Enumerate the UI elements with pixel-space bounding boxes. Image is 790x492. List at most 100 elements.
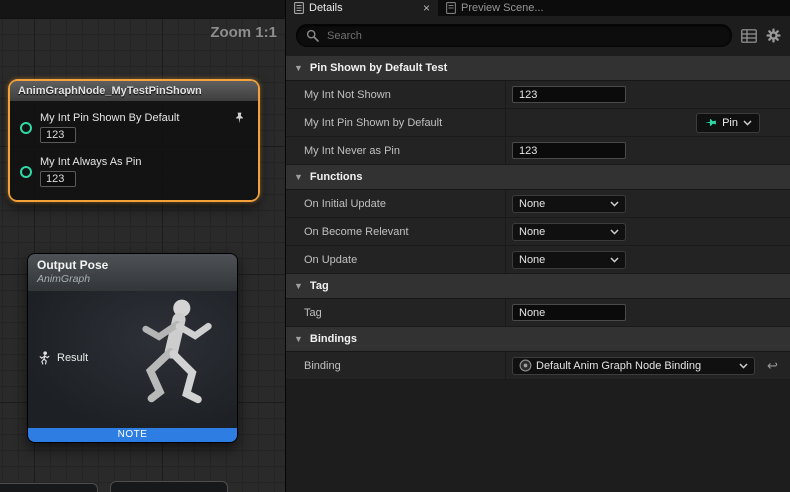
pin-row: My Int Always As Pin bbox=[20, 156, 250, 187]
chevron-down-icon bbox=[610, 257, 619, 263]
chevron-down-icon bbox=[743, 120, 752, 126]
output-pose-body: Result bbox=[28, 291, 237, 428]
chevron-down-icon bbox=[610, 229, 619, 235]
binding-dropdown[interactable]: Default Anim Graph Node Binding bbox=[512, 357, 755, 375]
pin-row: My Int Pin Shown By Default bbox=[20, 112, 250, 143]
property-row: Binding Default Anim Graph Node Binding … bbox=[286, 352, 790, 380]
search-box[interactable] bbox=[296, 24, 732, 47]
property-label: My Int Never as Pin bbox=[286, 137, 506, 164]
property-value bbox=[506, 299, 790, 326]
property-row: My Int Pin Shown by Default Pin bbox=[286, 109, 790, 137]
pin-label: My Int Always As Pin bbox=[40, 156, 141, 168]
chevron-down-icon bbox=[610, 201, 619, 207]
output-pose-title: Output Pose bbox=[37, 258, 228, 273]
on-update-dropdown[interactable]: None bbox=[512, 251, 626, 269]
property-row: On Update None bbox=[286, 246, 790, 274]
node-title-bar[interactable]: AnimGraphNode_MyTestPinShown bbox=[10, 81, 258, 101]
zoom-indicator: Zoom 1:1 bbox=[210, 24, 277, 41]
pin-value-input[interactable] bbox=[40, 171, 76, 187]
chevron-down-icon[interactable]: ▼ bbox=[294, 172, 303, 182]
graph-canvas[interactable]: Zoom 1:1 AnimGraphNode_MyTestPinShown My… bbox=[0, 0, 285, 492]
category-title: Bindings bbox=[310, 333, 357, 345]
graph-top-strip bbox=[0, 0, 285, 19]
category-header-pin-shown-by-default-test[interactable]: ▼ Pin Shown by Default Test bbox=[286, 56, 790, 81]
property-row: My Int Not Shown bbox=[286, 81, 790, 109]
int-pin-icon[interactable] bbox=[20, 122, 32, 134]
category-title: Tag bbox=[310, 280, 329, 292]
anim-graph-node-selected[interactable]: AnimGraphNode_MyTestPinShown My Int Pin … bbox=[8, 79, 260, 202]
tab-preview-scene-label: Preview Scene... bbox=[461, 2, 544, 14]
pin-content: My Int Pin Shown By Default bbox=[40, 112, 179, 143]
details-panel: Details × Preview Scene... bbox=[285, 0, 790, 492]
my-int-not-shown-input[interactable] bbox=[512, 86, 626, 103]
note-banner[interactable]: NOTE bbox=[28, 428, 237, 442]
property-value: None bbox=[506, 218, 790, 245]
chevron-down-icon bbox=[739, 363, 748, 369]
property-value: Pin bbox=[506, 109, 790, 136]
close-tab-icon[interactable]: × bbox=[423, 2, 430, 14]
dropdown-value: Default Anim Graph Node Binding bbox=[536, 360, 735, 372]
output-pose-subtitle: AnimGraph bbox=[37, 273, 228, 286]
property-value bbox=[506, 81, 790, 108]
int-pin-icon[interactable] bbox=[20, 166, 32, 178]
pushpin-icon[interactable] bbox=[233, 111, 246, 130]
property-value: None bbox=[506, 190, 790, 217]
output-pose-header[interactable]: Output Pose AnimGraph bbox=[28, 254, 237, 291]
on-initial-update-dropdown[interactable]: None bbox=[512, 195, 626, 213]
property-label: Tag bbox=[286, 299, 506, 326]
property-label: On Initial Update bbox=[286, 190, 506, 217]
property-value: Default Anim Graph Node Binding ↩ bbox=[506, 352, 790, 379]
partial-node[interactable] bbox=[110, 481, 228, 492]
settings-gear-icon[interactable] bbox=[766, 28, 781, 43]
search-icon bbox=[306, 29, 319, 42]
property-row: On Initial Update None bbox=[286, 190, 790, 218]
category-title: Pin Shown by Default Test bbox=[310, 62, 447, 74]
node-body: My Int Pin Shown By Default My Int Alway… bbox=[10, 101, 258, 200]
property-label: My Int Not Shown bbox=[286, 81, 506, 108]
tab-details[interactable]: Details × bbox=[286, 0, 438, 16]
tab-details-label: Details bbox=[309, 2, 343, 14]
partial-node[interactable] bbox=[0, 483, 98, 492]
category-header-tag[interactable]: ▼ Tag bbox=[286, 274, 790, 299]
property-label: My Int Pin Shown by Default bbox=[286, 109, 506, 136]
reset-to-default-icon[interactable]: ↩ bbox=[767, 359, 778, 372]
chevron-down-icon[interactable]: ▼ bbox=[294, 281, 303, 291]
mannequin-figure bbox=[121, 293, 235, 426]
pin-value-input[interactable] bbox=[40, 127, 76, 143]
property-value bbox=[506, 137, 790, 164]
property-label: On Become Relevant bbox=[286, 218, 506, 245]
dropdown-value: None bbox=[519, 226, 606, 238]
panel-empty-area bbox=[286, 380, 790, 492]
pin-content: My Int Always As Pin bbox=[40, 156, 141, 187]
on-become-relevant-dropdown[interactable]: None bbox=[512, 223, 626, 241]
search-row bbox=[286, 16, 790, 56]
property-label: Binding bbox=[286, 352, 506, 379]
tab-preview-scene[interactable]: Preview Scene... bbox=[438, 0, 552, 16]
property-row: Tag bbox=[286, 299, 790, 327]
result-pin[interactable]: Result bbox=[38, 351, 88, 365]
search-input[interactable] bbox=[325, 29, 722, 43]
category-header-bindings[interactable]: ▼ Bindings bbox=[286, 327, 790, 352]
chevron-down-icon[interactable]: ▼ bbox=[294, 63, 303, 73]
property-row: On Become Relevant None bbox=[286, 218, 790, 246]
dropdown-value: None bbox=[519, 198, 606, 210]
result-pin-label: Result bbox=[57, 352, 88, 364]
dropdown-value: None bbox=[519, 254, 606, 266]
property-row: My Int Never as Pin bbox=[286, 137, 790, 165]
category-header-functions[interactable]: ▼ Functions bbox=[286, 165, 790, 190]
pose-pin-icon[interactable] bbox=[38, 351, 51, 365]
property-value: None bbox=[506, 246, 790, 273]
pin-visibility-dropdown[interactable]: Pin bbox=[696, 113, 760, 133]
output-pose-node[interactable]: Output Pose AnimGraph bbox=[27, 253, 238, 443]
property-list: ▼ Pin Shown by Default Test My Int Not S… bbox=[286, 56, 790, 492]
tag-input[interactable] bbox=[512, 304, 626, 321]
pin-button-label: Pin bbox=[722, 117, 738, 129]
app-root: Zoom 1:1 AnimGraphNode_MyTestPinShown My… bbox=[0, 0, 790, 492]
binding-icon bbox=[519, 359, 532, 372]
document-icon bbox=[294, 2, 304, 14]
my-int-never-as-pin-input[interactable] bbox=[512, 142, 626, 159]
chevron-down-icon[interactable]: ▼ bbox=[294, 334, 303, 344]
pin-icon bbox=[704, 116, 717, 129]
view-options-icon[interactable] bbox=[741, 29, 757, 43]
category-title: Functions bbox=[310, 171, 363, 183]
